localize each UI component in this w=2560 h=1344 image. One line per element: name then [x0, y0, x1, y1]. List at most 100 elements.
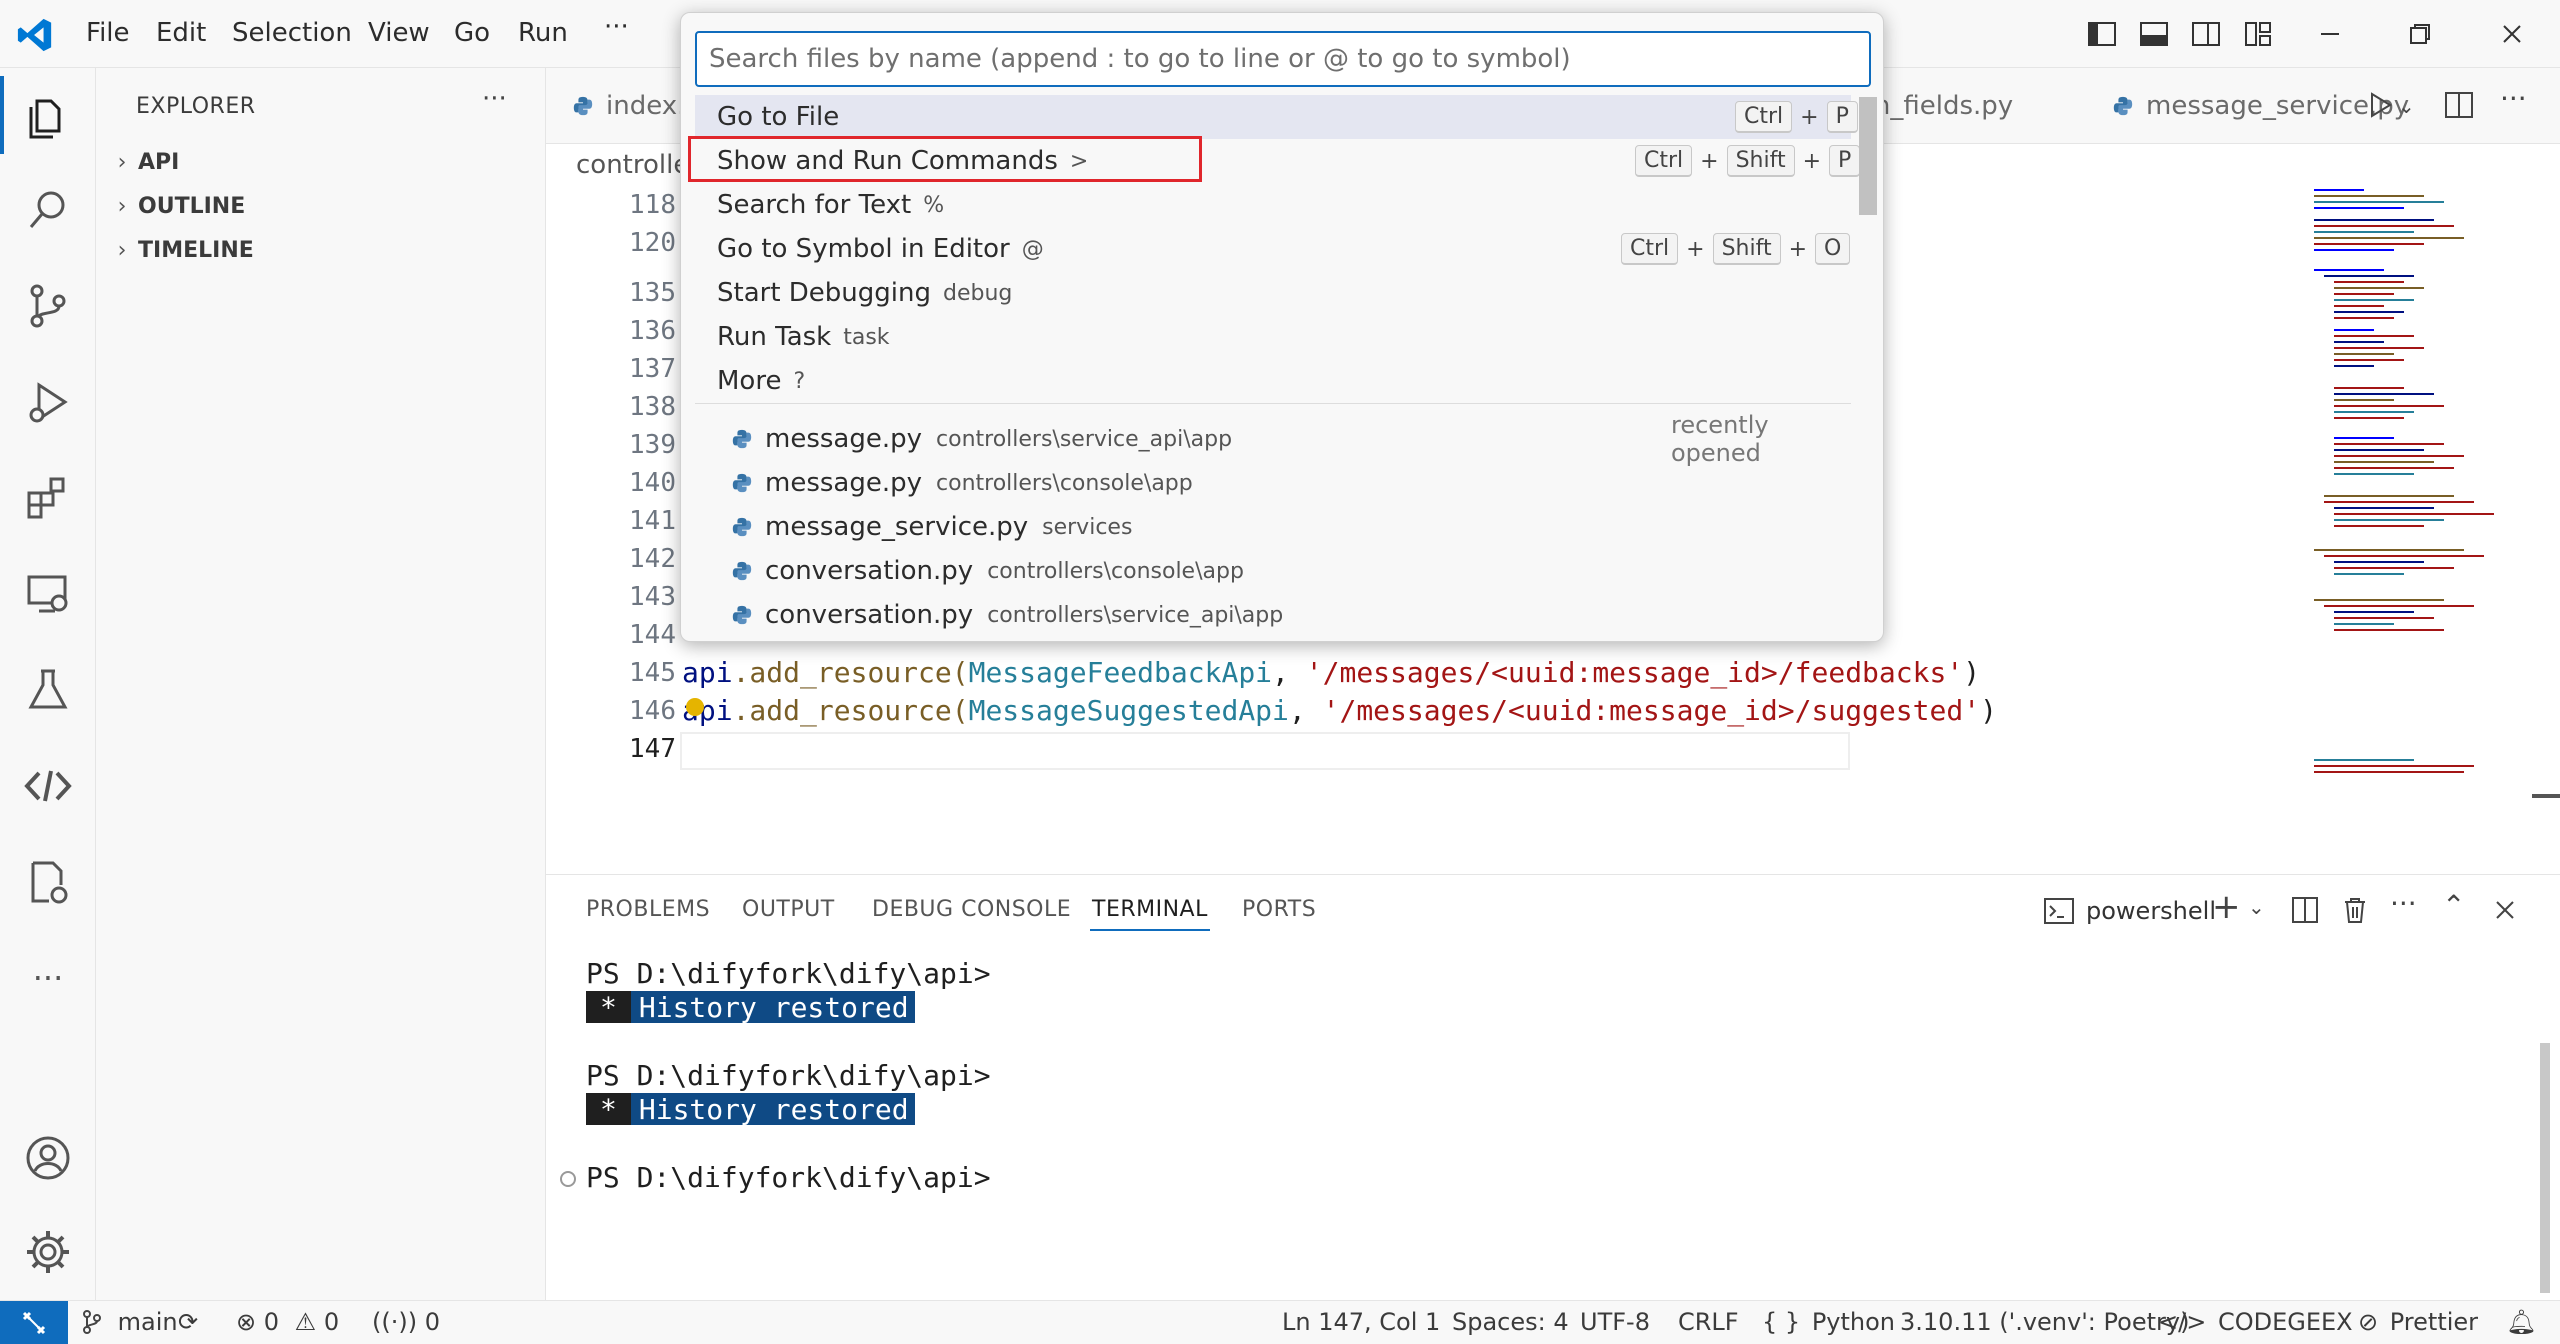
source-control-icon[interactable] — [18, 276, 78, 336]
vscode-logo-icon — [16, 16, 54, 54]
breadcrumb[interactable]: controlle — [576, 150, 689, 180]
panel-more-icon[interactable]: ··· — [2390, 887, 2417, 920]
activity-bar: ··· — [0, 68, 96, 1300]
tab-index[interactable]: index. — [546, 68, 685, 144]
run-debug-icon[interactable] — [18, 372, 78, 432]
extensions-icon[interactable] — [18, 468, 78, 528]
kill-terminal-trash-icon[interactable] — [2340, 895, 2370, 929]
line-number: 142 — [629, 544, 676, 574]
recently-opened-label: recently opened — [1671, 411, 1769, 467]
annotation-highlight-box — [688, 136, 1202, 182]
terminal-scrollbar[interactable] — [2540, 1043, 2550, 1293]
section-api[interactable]: › API — [106, 142, 536, 182]
remote-indicator-icon[interactable] — [0, 1301, 68, 1344]
command-more[interactable]: More ? — [695, 359, 1851, 403]
menu-go[interactable]: Go — [454, 18, 490, 48]
problems-status[interactable]: ⊗ 0 ⚠ 0 — [236, 1308, 339, 1336]
explorer-icon[interactable] — [18, 86, 78, 146]
tab-message-service[interactable]: message_service.py — [2086, 68, 2409, 144]
ports-status[interactable]: ((·)) 0 — [372, 1308, 440, 1336]
git-branch-icon — [83, 1310, 101, 1334]
current-line-highlight — [680, 732, 1850, 770]
run-python-file-icon[interactable] — [2364, 88, 2398, 126]
command-run-task[interactable]: Run Task task — [695, 315, 1851, 359]
quick-open-input[interactable]: Search files by name (append : to go to … — [695, 31, 1871, 87]
bottom-panel: PROBLEMS OUTPUT DEBUG CONSOLE TERMINAL P… — [546, 874, 2560, 1300]
shortcut-keys: Ctrl + Shift + P — [1635, 145, 1861, 177]
recent-file-item[interactable]: message_service.py services — [695, 505, 1851, 549]
section-label: TIMELINE — [138, 237, 254, 263]
language-mode[interactable]: { } Python — [1762, 1308, 1895, 1336]
testing-icon[interactable] — [18, 660, 78, 720]
sync-icon[interactable]: ⟳ — [178, 1308, 198, 1336]
accounts-icon[interactable] — [18, 1128, 78, 1188]
terminal-shell-label[interactable]: powershell — [2086, 897, 2216, 925]
tab-terminal[interactable]: TERMINAL — [1092, 897, 1208, 922]
restore-icon[interactable] — [2398, 12, 2442, 56]
recent-file-item[interactable]: conversation.py controllers\console\app — [695, 549, 1851, 593]
menu-edit[interactable]: Edit — [156, 18, 206, 48]
section-outline[interactable]: › OUTLINE — [106, 186, 536, 226]
lightbulb-icon[interactable] — [686, 698, 704, 716]
terminal-dropdown-chevron-icon[interactable]: ⌄ — [2248, 895, 2265, 919]
recent-file-item[interactable]: message.py controllers\console\app — [695, 461, 1851, 505]
codegeex-status[interactable]: </> CODEGEEX — [2158, 1308, 2353, 1336]
recent-file-item[interactable]: conversation.py controllers\service_api\… — [695, 593, 1851, 637]
command-search-text[interactable]: Search for Text % — [695, 183, 1851, 227]
command-go-to-file[interactable]: Go to File Ctrl + P — [695, 95, 1858, 139]
quick-open-widget: Search files by name (append : to go to … — [680, 12, 1884, 642]
cursor-position[interactable]: Ln 147, Col 1 — [1282, 1308, 1440, 1336]
toggle-panel-icon[interactable] — [2132, 12, 2176, 56]
menu-more[interactable]: ··· — [604, 12, 629, 42]
menu-run[interactable]: Run — [518, 18, 568, 48]
sidebar-more-button[interactable]: ··· — [482, 84, 507, 114]
active-tab-underline — [1090, 929, 1210, 931]
maximize-panel-chevron-up-icon[interactable]: ⌃ — [2442, 889, 2465, 922]
run-dropdown-chevron-icon[interactable]: ⌄ — [2398, 94, 2415, 118]
toggle-secondary-sidebar-icon[interactable] — [2184, 12, 2228, 56]
customize-layout-icon[interactable] — [2236, 12, 2280, 56]
menu-selection[interactable]: Selection — [232, 18, 352, 48]
python-interpreter[interactable]: 3.10.11 ('.venv': Poetry) — [1900, 1308, 2189, 1336]
encoding[interactable]: UTF-8 — [1580, 1308, 1650, 1336]
quick-open-scrollbar[interactable] — [1859, 97, 1877, 215]
minimap[interactable] — [2304, 180, 2534, 780]
project-manager-icon[interactable] — [18, 852, 78, 912]
command-decoration-circle-icon[interactable] — [560, 1171, 576, 1187]
python-file-icon — [573, 96, 593, 116]
new-terminal-plus-icon[interactable]: + — [2212, 887, 2241, 927]
line-endings[interactable]: CRLF — [1678, 1308, 1739, 1336]
tab-debug-console[interactable]: DEBUG CONSOLE — [872, 897, 1071, 922]
recent-file-item[interactable]: message.py controllers\service_api\app r… — [695, 411, 1851, 467]
editor-more-actions-icon[interactable]: ··· — [2500, 82, 2527, 115]
broadcast-icon: ((·)) — [372, 1308, 418, 1336]
more-views-icon[interactable]: ··· — [18, 948, 78, 1008]
split-terminal-icon[interactable] — [2290, 895, 2320, 929]
python-file-icon — [732, 429, 752, 449]
command-go-to-symbol[interactable]: Go to Symbol in Editor @ Ctrl + Shift + O — [695, 227, 1851, 271]
menu-view[interactable]: View — [368, 18, 430, 48]
codegeex-icon[interactable] — [18, 756, 78, 816]
codegeex-icon: </> — [2158, 1308, 2207, 1336]
tab-output[interactable]: OUTPUT — [742, 897, 835, 922]
remote-explorer-icon[interactable] — [18, 564, 78, 624]
toggle-primary-sidebar-icon[interactable] — [2080, 12, 2124, 56]
notifications-bell-icon[interactable]: 🔔︎ — [2506, 1308, 2536, 1336]
command-start-debugging[interactable]: Start Debugging debug — [695, 271, 1851, 315]
tab-ports[interactable]: PORTS — [1242, 897, 1316, 922]
python-file-icon — [2113, 96, 2133, 116]
line-number: 143 — [629, 582, 676, 612]
split-editor-icon[interactable] — [2442, 88, 2476, 126]
branch-status[interactable]: main — [82, 1308, 178, 1336]
search-icon[interactable] — [18, 180, 78, 240]
section-timeline[interactable]: › TIMELINE — [106, 230, 536, 270]
terminal-prompt-current[interactable]: PS D:\difyfork\dify\api> — [586, 1161, 991, 1194]
menu-file[interactable]: File — [86, 18, 130, 48]
indentation[interactable]: Spaces: 4 — [1452, 1308, 1569, 1336]
tab-problems[interactable]: PROBLEMS — [586, 897, 710, 922]
manage-gear-icon[interactable] — [18, 1222, 78, 1282]
prettier-status[interactable]: ⊘ Prettier — [2358, 1308, 2478, 1336]
close-panel-icon[interactable] — [2490, 895, 2520, 929]
minimize-icon[interactable] — [2308, 12, 2352, 56]
close-window-icon[interactable] — [2490, 12, 2534, 56]
